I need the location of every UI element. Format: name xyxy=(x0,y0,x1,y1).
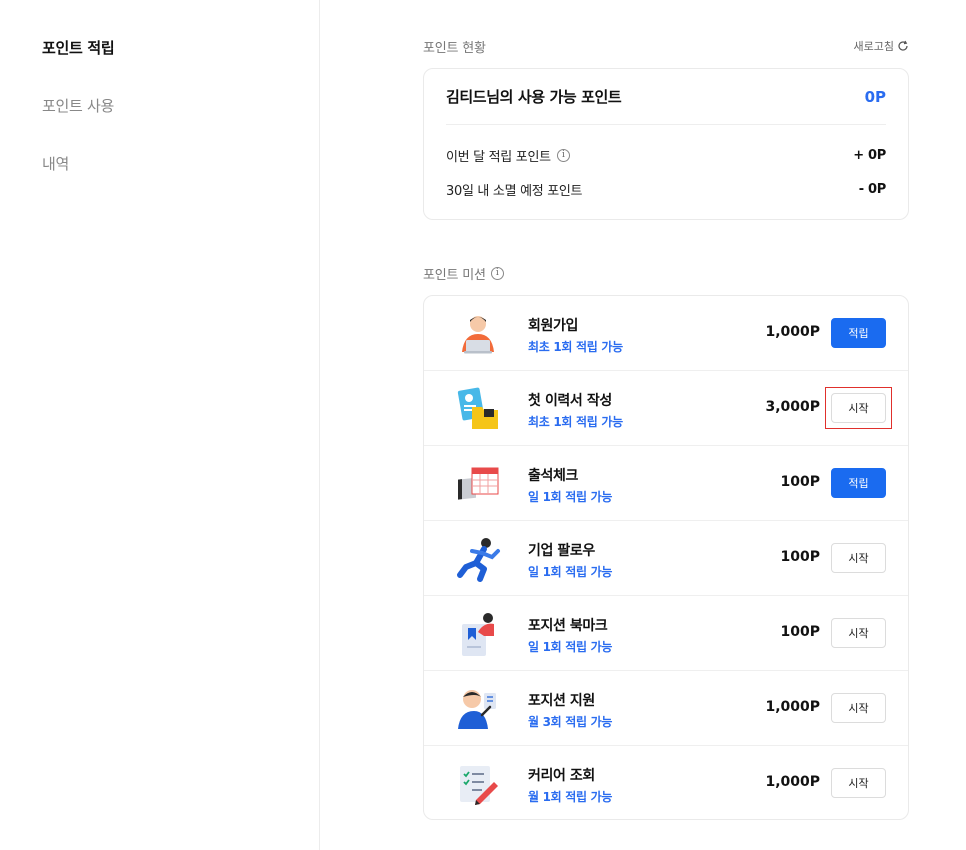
mission-item: 포지션 지원 월 3회 적립 가능 1,000P 시작 xyxy=(424,671,908,746)
mission-limit: 최초 1회 적립 가능 xyxy=(528,340,623,354)
mission-points: 100P xyxy=(780,474,820,490)
available-points-label: 김티드님의 사용 가능 포인트 xyxy=(446,88,622,106)
mission-points: 1,000P xyxy=(765,699,820,715)
mission-item: 포지션 북마크 일 1회 적립 가능 100P 시작 xyxy=(424,596,908,671)
refresh-icon xyxy=(898,40,908,51)
mission-limit: 일 1회 적립 가능 xyxy=(528,565,613,579)
mission-name: 포지션 지원 xyxy=(528,693,595,709)
bookmark-person-icon xyxy=(462,613,494,656)
start-button[interactable]: 시작 xyxy=(831,693,886,723)
laptop-person-icon xyxy=(462,316,494,354)
refresh-button[interactable]: 새로고침 xyxy=(854,38,909,54)
points-summary-card: 김티드님의 사용 가능 포인트 0P 이번 달 적립 포인트 i + 0P 30… xyxy=(423,68,909,220)
sidebar-item-use-points[interactable]: 포인트 사용 xyxy=(42,95,114,116)
mission-points: 3,000P xyxy=(765,399,820,415)
expiring-points-row: 30일 내 소멸 예정 포인트 - 0P xyxy=(446,179,886,199)
mission-name: 첫 이력서 작성 xyxy=(528,393,612,409)
monthly-points-value: + 0P xyxy=(853,147,886,163)
info-icon[interactable]: i xyxy=(490,267,504,280)
available-points-row: 김티드님의 사용 가능 포인트 0P xyxy=(446,69,886,125)
mission-points: 1,000P xyxy=(765,324,820,340)
mission-item: 회원가입 최초 1회 적립 가능 1,000P 적립 xyxy=(424,296,908,371)
mission-limit: 월 1회 적립 가능 xyxy=(528,790,613,804)
resume-folder-icon xyxy=(457,387,498,429)
available-points-value: 0P xyxy=(864,87,886,106)
mission-points: 100P xyxy=(780,624,820,640)
start-button[interactable]: 시작 xyxy=(831,543,886,573)
mission-item: 커리어 조회 월 1회 적립 가능 1,000P 시작 xyxy=(424,746,908,821)
mission-name: 출석체크 xyxy=(528,468,578,484)
mission-name: 기업 팔로우 xyxy=(528,543,595,559)
missions-card: 회원가입 최초 1회 적립 가능 1,000P 적립 첫 이력서 작성 최초 1… xyxy=(423,295,909,820)
sidebar-item-earn-points[interactable]: 포인트 적립 xyxy=(42,37,115,58)
start-button[interactable]: 시작 xyxy=(831,768,886,798)
points-status-title: 포인트 현황 xyxy=(423,41,486,56)
mission-name: 포지션 북마크 xyxy=(528,618,608,634)
mission-name: 커리어 조회 xyxy=(528,768,595,784)
mission-points: 1,000P xyxy=(765,774,820,790)
earn-button[interactable]: 적립 xyxy=(831,468,886,498)
start-button[interactable]: 시작 xyxy=(831,618,886,648)
sidebar-item-history[interactable]: 내역 xyxy=(42,153,69,174)
mission-name: 회원가입 xyxy=(528,318,578,334)
mission-limit: 일 1회 적립 가능 xyxy=(528,640,613,654)
missions-title: 포인트 미션 i xyxy=(423,264,504,283)
mission-limit: 최초 1회 적립 가능 xyxy=(528,415,623,429)
mission-item: 출석체크 일 1회 적립 가능 100P 적립 xyxy=(424,446,908,521)
monthly-points-label: 이번 달 적립 포인트 xyxy=(446,149,551,165)
checklist-pencil-icon xyxy=(460,766,498,805)
mission-item: 첫 이력서 작성 최초 1회 적립 가능 3,000P 시작 xyxy=(424,371,908,446)
running-person-icon xyxy=(457,538,500,582)
expiring-points-label: 30일 내 소멸 예정 포인트 xyxy=(446,183,583,199)
sidebar: 포인트 적립 포인트 사용 내역 xyxy=(0,0,320,850)
calendar-icon xyxy=(458,467,499,500)
info-icon[interactable]: i xyxy=(556,148,570,162)
person-apply-icon xyxy=(458,690,496,729)
earn-button[interactable]: 적립 xyxy=(831,318,886,348)
mission-points: 100P xyxy=(780,549,820,565)
mission-limit: 일 1회 적립 가능 xyxy=(528,490,613,504)
mission-limit: 월 3회 적립 가능 xyxy=(528,715,613,729)
start-button[interactable]: 시작 xyxy=(831,393,886,423)
mission-item: 기업 팔로우 일 1회 적립 가능 100P 시작 xyxy=(424,521,908,596)
monthly-points-row: 이번 달 적립 포인트 i + 0P xyxy=(446,145,886,165)
expiring-points-value: - 0P xyxy=(858,181,887,197)
